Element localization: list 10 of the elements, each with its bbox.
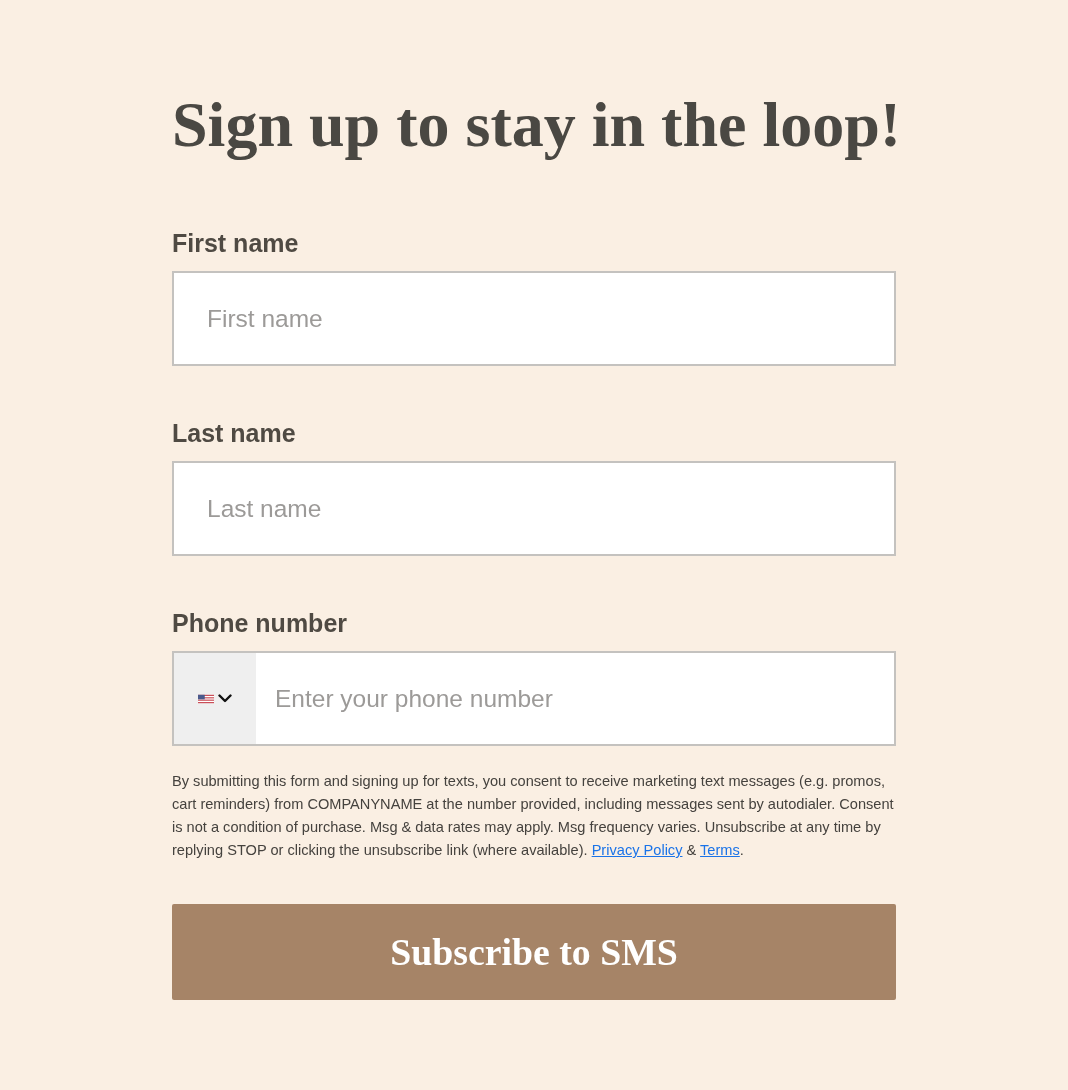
subscribe-button[interactable]: Subscribe to SMS [172, 904, 896, 1000]
field-label: Phone number [172, 609, 347, 637]
input-field[interactable]: First name [172, 271, 896, 366]
field-label: First name [172, 229, 299, 257]
consent-text: By submitting this form and signing up for texts, you consent to receive marketing text messages (e.g. promos, cart reminders) from COMPANYNAME at the number provided, including messages sent by autodialer. Consent is not a condition of purchase. Msg & data rates may apply. Msg frequency varies. Unsubscribe at any time by replying STOP or clicking the unsubscribe link (where available). Privacy Policy & Terms. [172, 772, 895, 860]
field-label: Last name [172, 419, 296, 447]
form-title: Sign up to stay in the loop! [172, 88, 896, 162]
policy-link[interactable]: Privacy Policy [591, 842, 683, 858]
policy-link[interactable]: Terms [700, 842, 740, 858]
input-field[interactable]: Last name [172, 461, 896, 556]
